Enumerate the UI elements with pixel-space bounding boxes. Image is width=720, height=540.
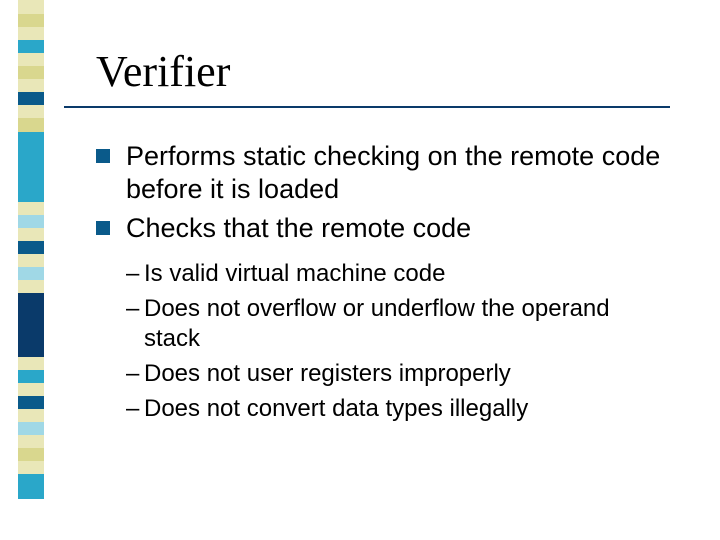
sideband-segment (18, 448, 44, 461)
sideband-segment (18, 92, 44, 105)
subbullet-item: Does not convert data types illegally (126, 394, 661, 425)
sideband-segment (18, 474, 44, 499)
subbullet-item: Does not overflow or underflow the opera… (126, 294, 661, 355)
title-rule (64, 106, 670, 108)
sideband-segment (18, 132, 44, 202)
bullet-item: Checks that the remote code (96, 212, 661, 245)
decorative-sideband (18, 0, 44, 540)
subbullet-item: Does not user registers improperly (126, 359, 661, 390)
sideband-segment (18, 27, 44, 40)
sideband-segment (18, 40, 44, 53)
sideband-segment (18, 241, 44, 254)
subbullet-item: Is valid virtual machine code (126, 259, 661, 290)
slide-body: Performs static checking on the remote c… (96, 140, 661, 428)
sideband-segment (18, 280, 44, 293)
sideband-segment (18, 293, 44, 357)
sideband-segment (18, 461, 44, 474)
sideband-segment (18, 228, 44, 241)
sideband-segment (18, 105, 44, 118)
sideband-segment (18, 422, 44, 435)
sideband-segment (18, 435, 44, 448)
sideband-segment (18, 0, 44, 14)
sideband-segment (18, 370, 44, 383)
sideband-segment (18, 396, 44, 409)
subbullet-list: Is valid virtual machine code Does not o… (126, 259, 661, 425)
sideband-segment (18, 357, 44, 370)
sideband-segment (18, 215, 44, 228)
sideband-segment (18, 202, 44, 215)
bullet-item: Performs static checking on the remote c… (96, 140, 661, 206)
bullet-list: Performs static checking on the remote c… (96, 140, 661, 245)
sideband-segment (18, 383, 44, 396)
sideband-segment (18, 79, 44, 92)
slide: Verifier Performs static checking on the… (0, 0, 720, 540)
sideband-segment (18, 118, 44, 132)
sideband-segment (18, 14, 44, 27)
sideband-segment (18, 254, 44, 267)
slide-title: Verifier (96, 46, 230, 97)
sideband-segment (18, 66, 44, 79)
sideband-segment (18, 53, 44, 66)
sideband-segment (18, 267, 44, 280)
sideband-segment (18, 409, 44, 422)
